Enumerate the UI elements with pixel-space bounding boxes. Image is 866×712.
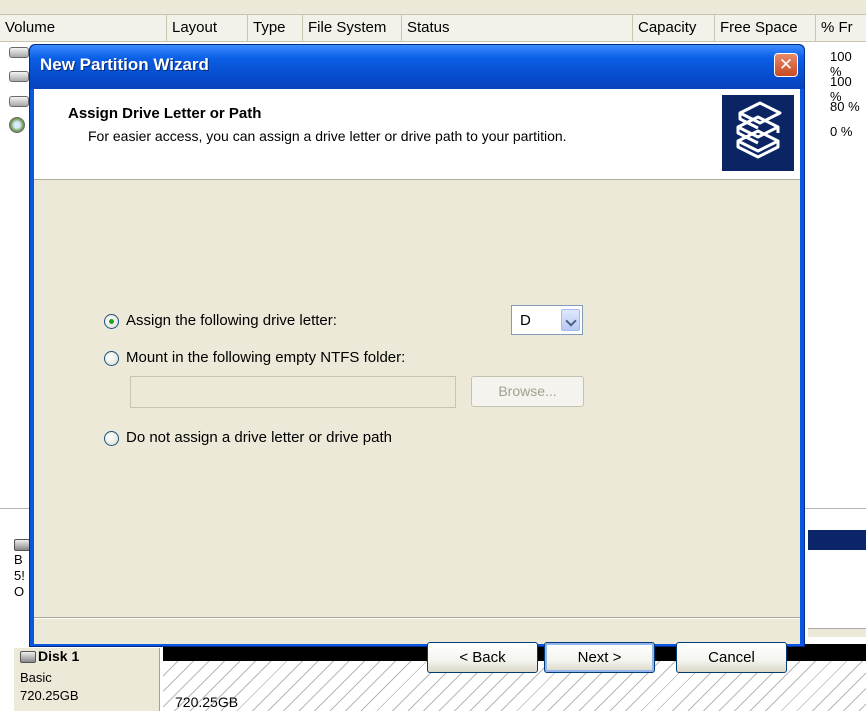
percent-free-value: 80 %	[830, 99, 860, 114]
cancel-button[interactable]: Cancel	[676, 642, 787, 673]
dialog-title: New Partition Wizard	[40, 55, 209, 74]
folder-path-input	[130, 376, 456, 408]
browse-button: Browse...	[471, 376, 584, 407]
disk1-label[interactable]: Disk 1 Basic 720.25GB	[14, 648, 160, 711]
volume-drive-icon	[9, 96, 29, 107]
drive-letter-value: D	[520, 312, 531, 329]
col-status[interactable]: Status	[402, 15, 633, 41]
disk0-partition-bar[interactable]	[808, 530, 866, 550]
volume-drive-icon	[9, 47, 29, 58]
volume-cd-icon	[9, 117, 25, 133]
button-separator	[34, 617, 800, 619]
col-percent-free[interactable]: % Fr	[816, 15, 866, 41]
back-button[interactable]: < Back	[427, 642, 538, 673]
wizard-page-title: Assign Drive Letter or Path	[68, 105, 262, 122]
no-assign-radio[interactable]	[104, 431, 119, 446]
no-assign-label[interactable]: Do not assign a drive letter or drive pa…	[126, 429, 392, 446]
col-layout[interactable]: Layout	[167, 15, 248, 41]
dialog-client-area: Assign Drive Letter or Path For easier a…	[34, 89, 800, 673]
assign-letter-label[interactable]: Assign the following drive letter:	[126, 312, 337, 329]
disk1-type: Basic	[20, 670, 52, 685]
mount-folder-label[interactable]: Mount in the following empty NTFS folder…	[126, 349, 405, 366]
next-button[interactable]: Next >	[544, 642, 655, 673]
disk1-size: 720.25GB	[20, 688, 79, 703]
disk-separator	[808, 628, 866, 637]
chevron-down-icon[interactable]	[561, 309, 580, 331]
col-capacity[interactable]: Capacity	[633, 15, 715, 41]
assign-letter-radio[interactable]	[104, 314, 119, 329]
volume-drive-icon	[9, 71, 29, 82]
disk-icon	[14, 538, 30, 551]
close-button[interactable]: ✕	[774, 53, 798, 77]
close-icon: ✕	[778, 55, 794, 74]
mount-folder-radio[interactable]	[104, 351, 119, 366]
new-partition-wizard-dialog: New Partition Wizard ✕ Assign Drive Lett…	[29, 44, 805, 673]
window-top-strip	[0, 0, 866, 15]
wizard-header: Assign Drive Letter or Path For easier a…	[34, 89, 800, 180]
wizard-page-subtitle: For easier access, you can assign a driv…	[88, 128, 567, 144]
col-volume[interactable]: Volume	[0, 15, 167, 41]
col-type[interactable]: Type	[248, 15, 303, 41]
disk1-name: Disk 1	[20, 648, 79, 664]
drive-letter-select[interactable]: D	[511, 305, 583, 335]
disk-icon	[20, 651, 36, 664]
percent-free-value: 0 %	[830, 124, 853, 139]
disk1-partition-size: 720.25GB	[175, 694, 239, 710]
dialog-titlebar[interactable]: New Partition Wizard ✕	[30, 45, 804, 89]
col-file-system[interactable]: File System	[303, 15, 402, 41]
volume-list-header: Volume Layout Type File System Status Ca…	[0, 15, 866, 42]
disk-stack-icon	[722, 95, 794, 171]
disk-stack-icon-graphic	[736, 101, 782, 159]
col-free-space[interactable]: Free Space	[715, 15, 816, 41]
